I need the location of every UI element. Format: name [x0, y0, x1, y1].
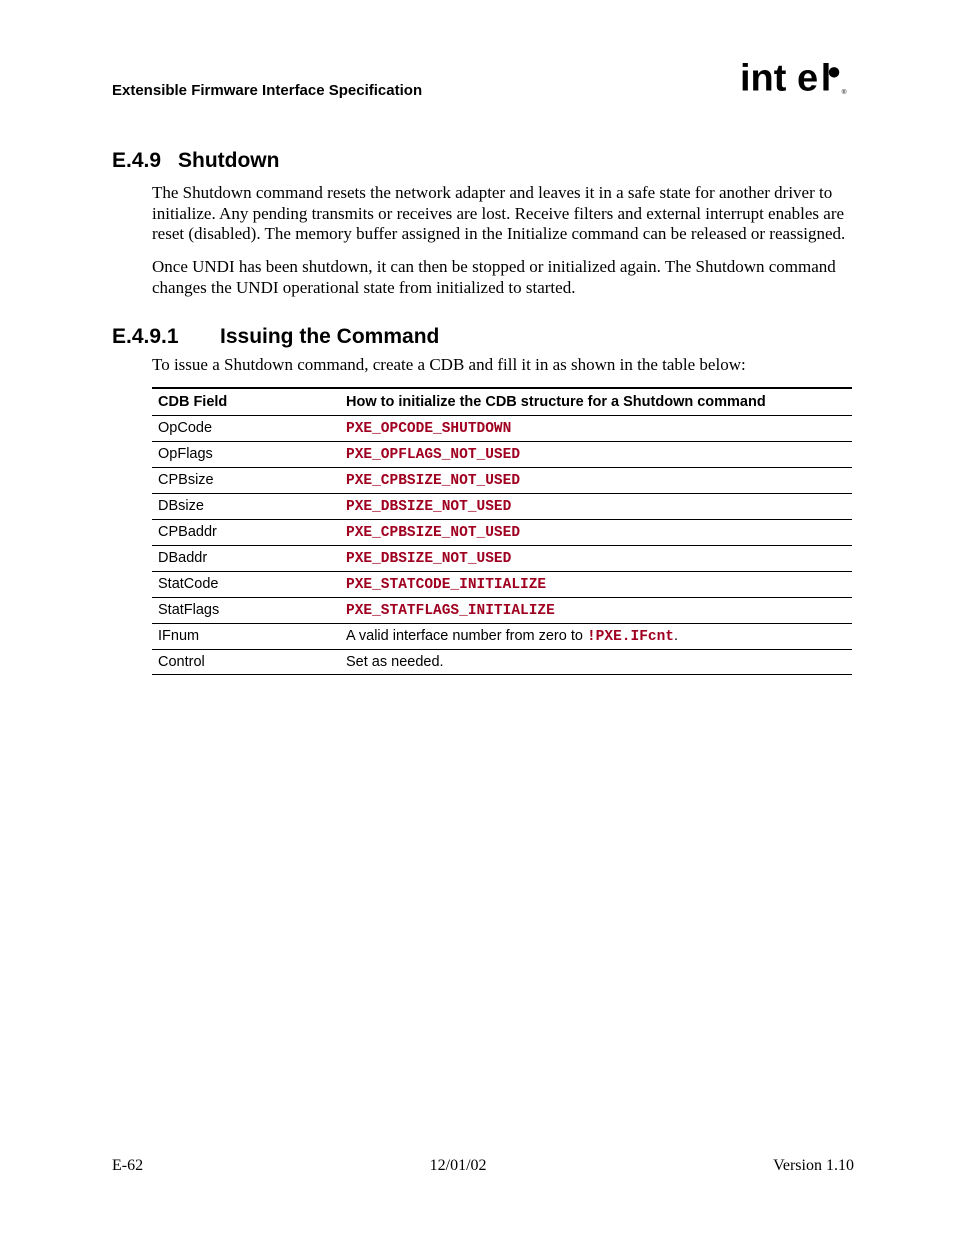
footer-page-num: E-62	[112, 1157, 143, 1175]
cdb-field-value: Set as needed.	[340, 650, 852, 675]
code-value: PXE_OPCODE_SHUTDOWN	[346, 421, 511, 437]
cdb-field-name: DBaddr	[152, 546, 340, 572]
cdb-field-name: StatFlags	[152, 598, 340, 624]
cdb-field-value: A valid interface number from zero to !P…	[340, 624, 852, 650]
cdb-field-name: IFnum	[152, 624, 340, 650]
subsection-number: E.4.9.1	[112, 325, 220, 349]
cdb-field-value: PXE_OPCODE_SHUTDOWN	[340, 416, 852, 442]
table-row: OpCode PXE_OPCODE_SHUTDOWN	[152, 416, 852, 442]
table-head-field: CDB Field	[152, 388, 340, 416]
text-value: Set as needed.	[346, 654, 444, 670]
section-title: Shutdown	[178, 149, 279, 172]
cdb-field-value: PXE_DBSIZE_NOT_USED	[340, 494, 852, 520]
intel-logo: int e l ®	[740, 60, 854, 103]
code-value: PXE_CPBSIZE_NOT_USED	[346, 525, 520, 541]
table-row: DBaddr PXE_DBSIZE_NOT_USED	[152, 546, 852, 572]
cdb-table: CDB Field How to initialize the CDB stru…	[152, 387, 852, 675]
svg-text:e: e	[797, 60, 818, 98]
cdb-field-name: StatCode	[152, 572, 340, 598]
page: Extensible Firmware Interface Specificat…	[0, 0, 954, 1235]
footer-version: Version 1.10	[773, 1157, 854, 1175]
code-value: PXE_CPBSIZE_NOT_USED	[346, 473, 520, 489]
section-paragraph-1: The Shutdown command resets the network …	[152, 183, 854, 245]
cdb-field-value: PXE_CPBSIZE_NOT_USED	[340, 520, 852, 546]
code-value: PXE_STATFLAGS_INITIALIZE	[346, 603, 555, 619]
text-value: .	[674, 628, 678, 644]
table-row: DBsize PXE_DBSIZE_NOT_USED	[152, 494, 852, 520]
table-head-desc: How to initialize the CDB structure for …	[340, 388, 852, 416]
cdb-field-value: PXE_DBSIZE_NOT_USED	[340, 546, 852, 572]
cdb-field-name: Control	[152, 650, 340, 675]
cdb-field-name: DBsize	[152, 494, 340, 520]
code-value: PXE_DBSIZE_NOT_USED	[346, 499, 511, 515]
doc-title: Extensible Firmware Interface Specificat…	[112, 82, 422, 103]
code-value: PXE_OPFLAGS_NOT_USED	[346, 447, 520, 463]
cdb-field-value: PXE_OPFLAGS_NOT_USED	[340, 442, 852, 468]
section-paragraph-2: Once UNDI has been shutdown, it can then…	[152, 257, 854, 298]
svg-text:®: ®	[842, 88, 847, 96]
code-value: PXE_STATCODE_INITIALIZE	[346, 577, 546, 593]
section-heading: E.4.9Shutdown	[112, 149, 854, 173]
page-footer: E-62 12/01/02 Version 1.10	[112, 1157, 854, 1175]
cdb-field-name: OpFlags	[152, 442, 340, 468]
table-row: CPBaddr PXE_CPBSIZE_NOT_USED	[152, 520, 852, 546]
code-value: !PXE.IFcnt	[587, 629, 674, 645]
table-row: StatCode PXE_STATCODE_INITIALIZE	[152, 572, 852, 598]
table-row: OpFlags PXE_OPFLAGS_NOT_USED	[152, 442, 852, 468]
svg-text:int: int	[740, 60, 787, 98]
cdb-field-value: PXE_STATFLAGS_INITIALIZE	[340, 598, 852, 624]
cdb-field-name: CPBaddr	[152, 520, 340, 546]
table-row: Control Set as needed.	[152, 650, 852, 675]
cdb-field-name: OpCode	[152, 416, 340, 442]
svg-text:l: l	[821, 60, 832, 98]
section-number: E.4.9	[112, 149, 178, 173]
cdb-field-value: PXE_CPBSIZE_NOT_USED	[340, 468, 852, 494]
subsection-heading: E.4.9.1Issuing the Command	[112, 325, 854, 349]
table-row: StatFlags PXE_STATFLAGS_INITIALIZE	[152, 598, 852, 624]
text-value: A valid interface number from zero to	[346, 628, 587, 644]
table-header-row: CDB Field How to initialize the CDB stru…	[152, 388, 852, 416]
table-row: CPBsize PXE_CPBSIZE_NOT_USED	[152, 468, 852, 494]
code-value: PXE_DBSIZE_NOT_USED	[346, 551, 511, 567]
table-row: IFnumA valid interface number from zero …	[152, 624, 852, 650]
subsection-title: Issuing the Command	[220, 325, 439, 348]
page-header: Extensible Firmware Interface Specificat…	[112, 60, 854, 103]
subsection-intro: To issue a Shutdown command, create a CD…	[152, 355, 854, 376]
footer-date: 12/01/02	[430, 1157, 487, 1175]
cdb-field-name: CPBsize	[152, 468, 340, 494]
cdb-field-value: PXE_STATCODE_INITIALIZE	[340, 572, 852, 598]
